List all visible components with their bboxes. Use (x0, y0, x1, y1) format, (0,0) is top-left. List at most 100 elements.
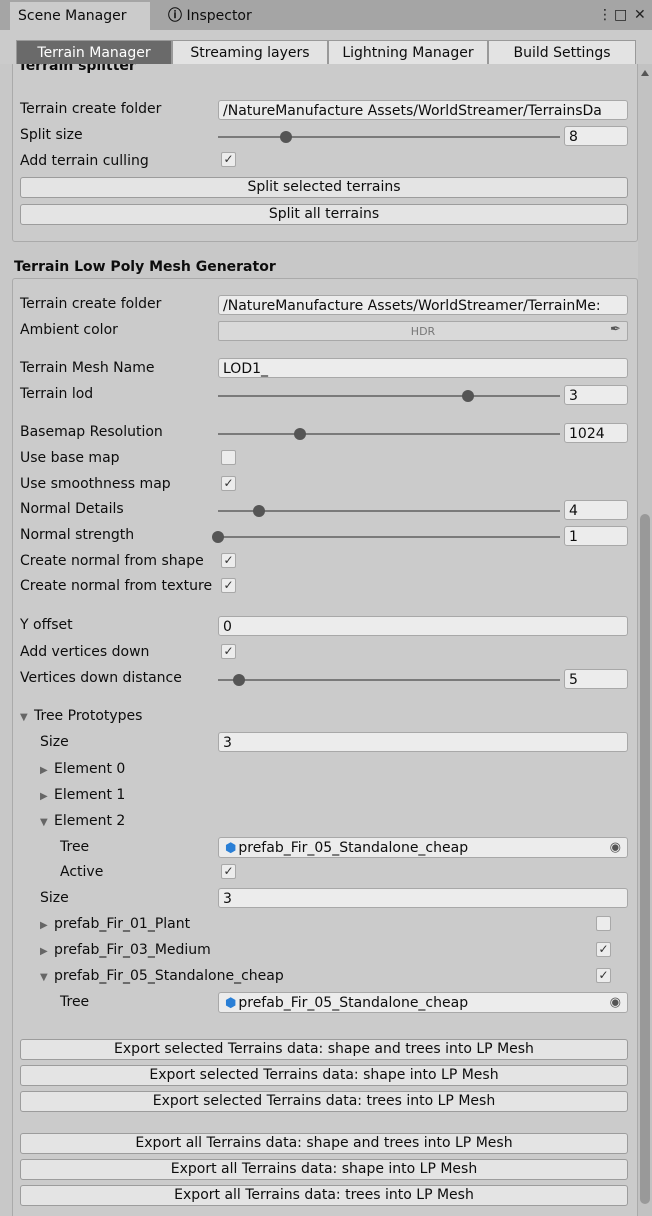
vertices-distance-field[interactable]: 5 (564, 669, 628, 689)
basemap-resolution-slider[interactable] (218, 433, 560, 435)
use-smoothness-checkbox[interactable]: ✓ (221, 476, 236, 491)
normal-strength-field[interactable]: 1 (564, 526, 628, 546)
active-checkbox[interactable]: ✓ (221, 864, 236, 879)
normal-from-shape-checkbox[interactable]: ✓ (221, 553, 236, 568)
element-2-foldout[interactable]: ▼ Element 2 (40, 813, 125, 829)
basemap-resolution-label: Basemap Resolution (20, 424, 163, 440)
create-folder-field[interactable]: /NatureManufacture Assets/WorldStreamer/… (218, 100, 628, 120)
basemap-resolution-field[interactable]: 1024 (564, 423, 628, 443)
prefab-fir-01-foldout[interactable]: ▶ prefab_Fir_01_Plant (40, 916, 190, 932)
scroll-up-arrow-icon[interactable] (641, 70, 649, 76)
tab-inspector[interactable]: ⓘ Inspector (160, 2, 290, 30)
triangle-right-icon: ▶ (40, 791, 48, 802)
create-folder-label: Terrain create folder (20, 101, 162, 117)
tree2-object-name: prefab_Fir_05_Standalone_cheap (238, 995, 469, 1011)
prefab-fir-03-foldout[interactable]: ▶ prefab_Fir_03_Medium (40, 942, 211, 958)
element-0-foldout[interactable]: ▶ Element 0 (40, 761, 125, 777)
normal-strength-slider[interactable] (218, 536, 560, 538)
basemap-resolution-slider-knob[interactable] (294, 428, 307, 440)
triangle-down-icon: ▼ (20, 712, 28, 723)
export-all-trees-button[interactable]: Export all Terrains data: trees into LP … (20, 1185, 628, 1206)
tree2-object-field[interactable]: ⬢ prefab_Fir_05_Standalone_cheap ◉ (218, 992, 628, 1013)
tree-prototypes-foldout[interactable]: ▼ Tree Prototypes (20, 708, 142, 724)
y-offset-field[interactable]: 0 (218, 616, 628, 636)
normal-strength-slider-knob[interactable] (212, 531, 224, 543)
export-all-shape-trees-button[interactable]: Export all Terrains data: shape and tree… (20, 1133, 628, 1154)
eyedropper-icon[interactable]: ✒ (610, 322, 621, 337)
prefab-fir-01-checkbox[interactable] (596, 916, 611, 931)
add-vertices-down-checkbox[interactable]: ✓ (221, 644, 236, 659)
add-vertices-down-label: Add vertices down (20, 644, 150, 660)
normal-details-slider-knob[interactable] (253, 505, 266, 517)
split-all-terrains-button[interactable]: Split all terrains (20, 204, 628, 225)
vertical-scrollbar[interactable] (638, 64, 652, 1216)
tab-terrain-manager[interactable]: Terrain Manager (16, 40, 172, 64)
manager-tabs: Terrain Manager Streaming layers Lightni… (0, 30, 652, 64)
tree-label: Tree (60, 839, 90, 855)
foldout-label: Tree Prototypes (34, 708, 143, 724)
terrain-lod-field[interactable]: 3 (564, 385, 628, 405)
mesh-name-field[interactable]: LOD1_ (218, 358, 628, 378)
normal-from-texture-checkbox[interactable]: ✓ (221, 578, 236, 593)
normal-from-shape-label: Create normal from shape (20, 553, 204, 569)
vertices-distance-slider[interactable] (218, 679, 560, 681)
foldout-label: prefab_Fir_03_Medium (54, 942, 211, 958)
lp-create-folder-label: Terrain create folder (20, 296, 162, 312)
split-size-field[interactable]: 8 (564, 126, 628, 146)
export-selected-shape-trees-button[interactable]: Export selected Terrains data: shape and… (20, 1039, 628, 1060)
tab-lightning-manager[interactable]: Lightning Manager (328, 40, 488, 64)
element-1-foldout[interactable]: ▶ Element 1 (40, 787, 125, 803)
export-all-shape-button[interactable]: Export all Terrains data: shape into LP … (20, 1159, 628, 1180)
tab-scene-manager[interactable]: Scene Manager (10, 2, 150, 30)
tree2-label: Tree (60, 994, 90, 1010)
vertices-distance-label: Vertices down distance (20, 670, 182, 686)
foldout-label: prefab_Fir_01_Plant (54, 916, 191, 932)
normal-details-label: Normal Details (20, 501, 124, 517)
terrain-lod-label: Terrain lod (20, 386, 94, 402)
kebab-menu-icon[interactable]: ⋮ (598, 2, 612, 28)
prefab-fir-03-checkbox[interactable]: ✓ (596, 942, 611, 957)
triangle-right-icon: ▶ (40, 920, 48, 931)
prototypes-size-label: Size (40, 734, 69, 750)
split-size-slider[interactable] (218, 136, 560, 138)
tab-streaming-layers[interactable]: Streaming layers (172, 40, 328, 64)
terrain-lod-slider[interactable] (218, 395, 560, 397)
close-icon[interactable]: ✕ (634, 2, 646, 28)
split-size-label: Split size (20, 127, 83, 143)
normal-details-field[interactable]: 4 (564, 500, 628, 520)
triangle-down-icon: ▼ (40, 972, 48, 983)
export-selected-trees-button[interactable]: Export selected Terrains data: trees int… (20, 1091, 628, 1112)
use-base-map-label: Use base map (20, 450, 120, 466)
prefab-cube-icon: ⬢ (225, 996, 237, 1011)
object-picker-icon[interactable]: ◉ (610, 838, 621, 858)
vertices-distance-slider-knob[interactable] (232, 674, 245, 686)
prototypes-size-field[interactable]: 3 (218, 732, 628, 752)
export-selected-shape-button[interactable]: Export selected Terrains data: shape int… (20, 1065, 628, 1086)
maximize-icon[interactable]: □ (614, 2, 627, 28)
tab-build-settings[interactable]: Build Settings (488, 40, 636, 64)
terrain-culling-checkbox[interactable]: ✓ (221, 152, 236, 167)
prefab-cube-icon: ⬢ (225, 841, 237, 856)
tree-object-field[interactable]: ⬢ prefab_Fir_05_Standalone_cheap ◉ (218, 837, 628, 858)
y-offset-label: Y offset (20, 617, 73, 633)
window-tab-bar: Scene Manager ⓘ Inspector ⋮ □ ✕ (0, 0, 652, 30)
lp-create-folder-field[interactable]: /NatureManufacture Assets/WorldStreamer/… (218, 295, 628, 315)
prefab-fir-05-foldout[interactable]: ▼ prefab_Fir_05_Standalone_cheap (40, 968, 284, 984)
triangle-down-icon: ▼ (40, 817, 48, 828)
normal-details-slider[interactable] (218, 510, 560, 512)
scrollbar-thumb[interactable] (640, 514, 650, 1204)
foldout-label: Element 0 (54, 761, 126, 777)
tree-object-name: prefab_Fir_05_Standalone_cheap (238, 840, 469, 856)
size-field[interactable]: 3 (218, 888, 628, 908)
lp-generator-title: Terrain Low Poly Mesh Generator (14, 259, 276, 275)
tab-label: Inspector (186, 8, 252, 24)
split-selected-terrains-button[interactable]: Split selected terrains (20, 177, 628, 198)
ambient-color-swatch[interactable]: HDR (218, 321, 628, 341)
use-smoothness-label: Use smoothness map (20, 476, 171, 492)
foldout-label: Element 1 (54, 787, 126, 803)
prefab-fir-05-checkbox[interactable]: ✓ (596, 968, 611, 983)
use-base-map-checkbox[interactable] (221, 450, 236, 465)
terrain-lod-slider-knob[interactable] (461, 390, 474, 402)
object-picker-icon[interactable]: ◉ (610, 993, 621, 1013)
triangle-right-icon: ▶ (40, 765, 48, 776)
